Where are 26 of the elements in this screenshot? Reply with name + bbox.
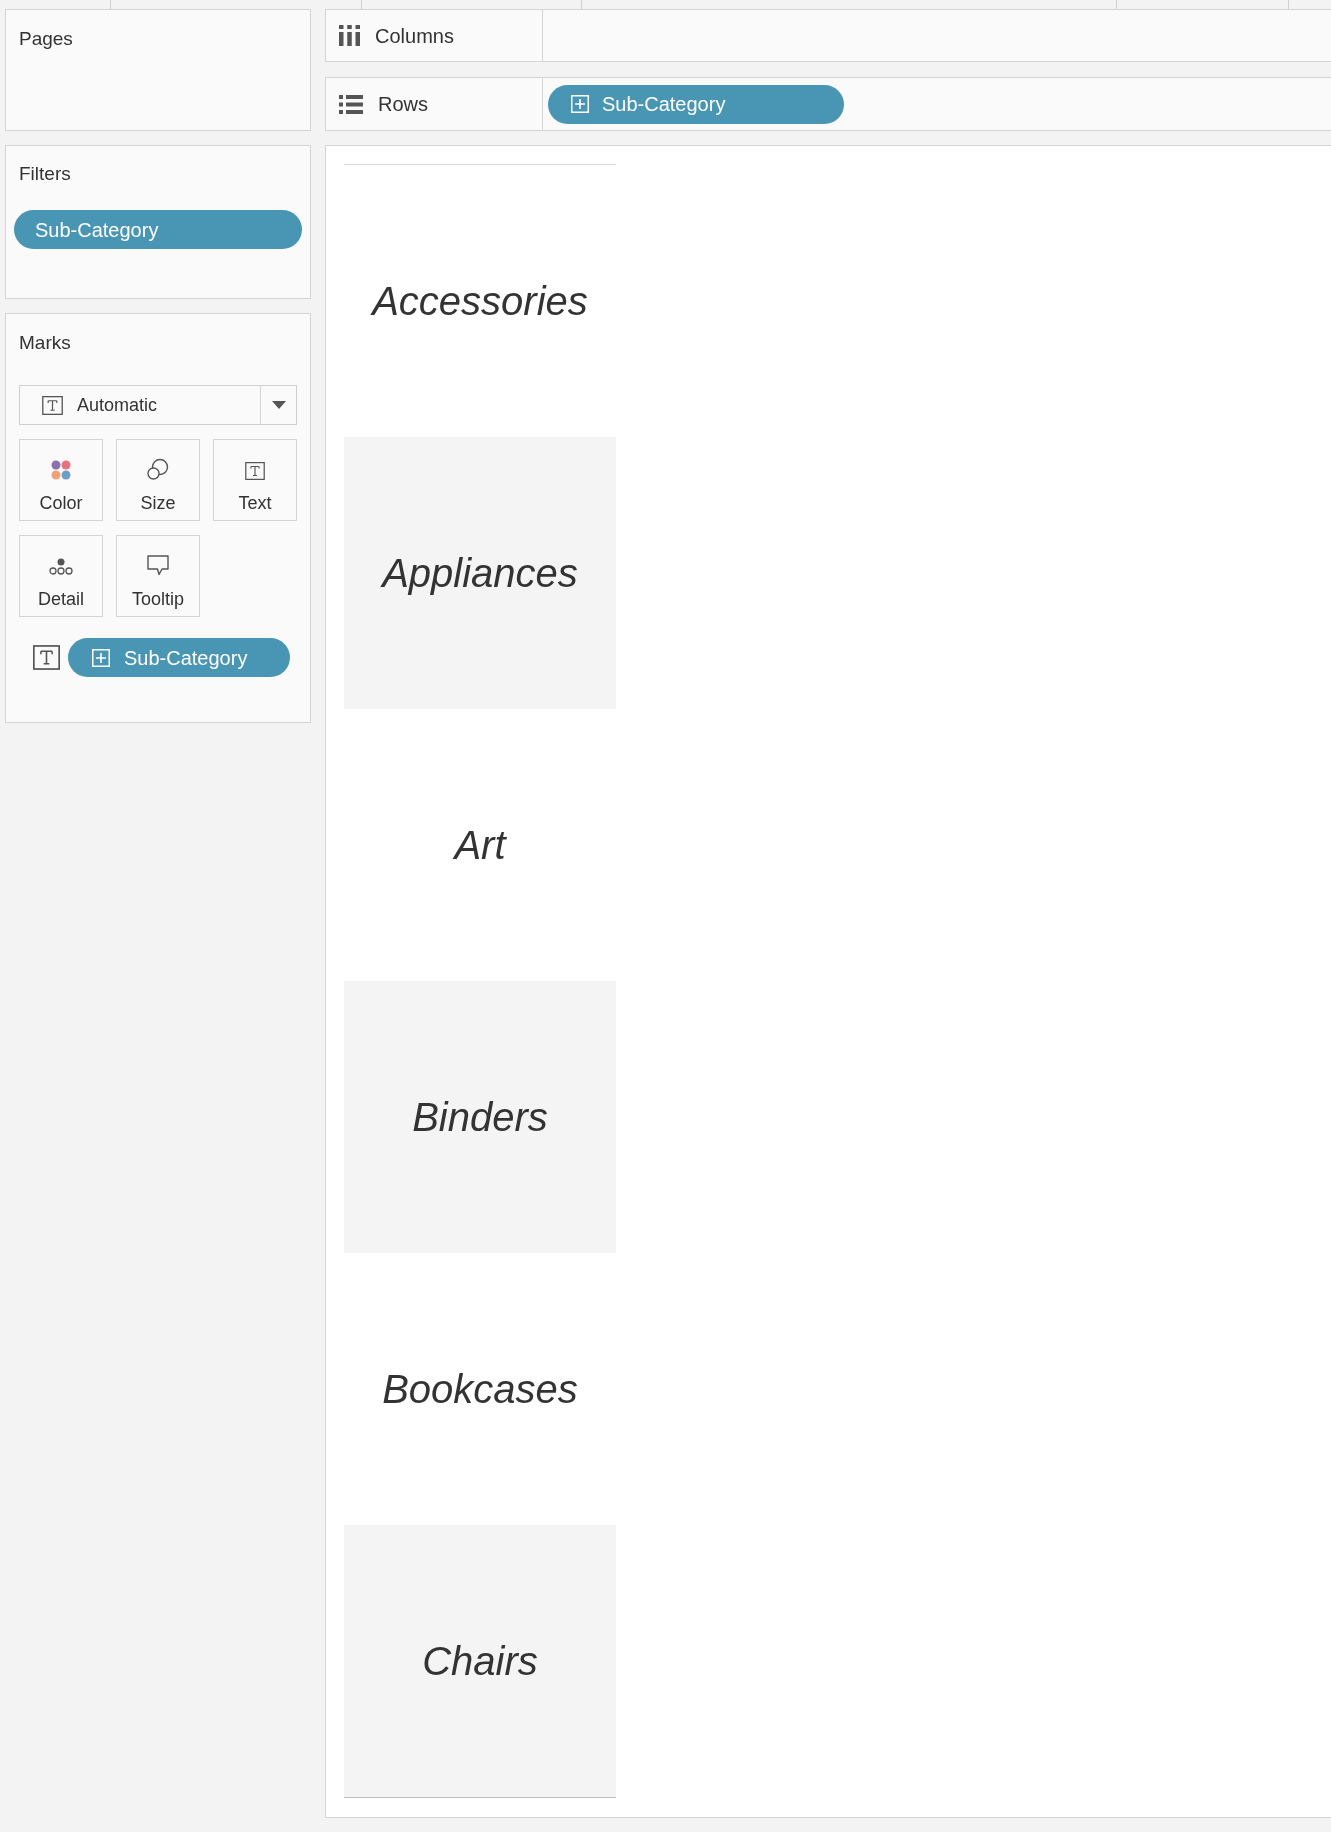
caret-icon <box>271 401 286 409</box>
shelf-label: Columns <box>375 23 454 48</box>
text-mark-icon <box>33 645 60 670</box>
text-mark-icon <box>42 395 63 415</box>
circles-icon <box>147 458 169 480</box>
row-header-cell: Appliances <box>344 437 616 709</box>
panel-title: Filters <box>19 163 71 185</box>
panel-title: Marks <box>19 332 71 354</box>
plus-box-icon <box>571 95 589 113</box>
text-mark-icon <box>245 462 265 480</box>
columns-icon <box>339 25 360 46</box>
speech-bubble-icon <box>147 555 169 576</box>
mark-type-dropdown[interactable]: Automatic <box>19 385 297 425</box>
panel-title: Pages <box>19 28 73 50</box>
dots-icon <box>49 558 73 576</box>
detail-button[interactable]: Detail <box>19 535 103 617</box>
four-dots-icon <box>51 460 71 480</box>
row-header-cell: Chairs <box>344 1525 616 1797</box>
plus-box-icon <box>92 648 110 667</box>
row-header-cell: Binders <box>344 981 616 1253</box>
rows-icon <box>339 94 363 114</box>
shelf-label: Rows <box>378 92 428 116</box>
tooltip-button[interactable]: Tooltip <box>116 535 200 617</box>
text-button[interactable]: Text <box>213 439 297 521</box>
color-button[interactable]: Color <box>19 439 103 521</box>
size-button[interactable]: Size <box>116 439 200 521</box>
